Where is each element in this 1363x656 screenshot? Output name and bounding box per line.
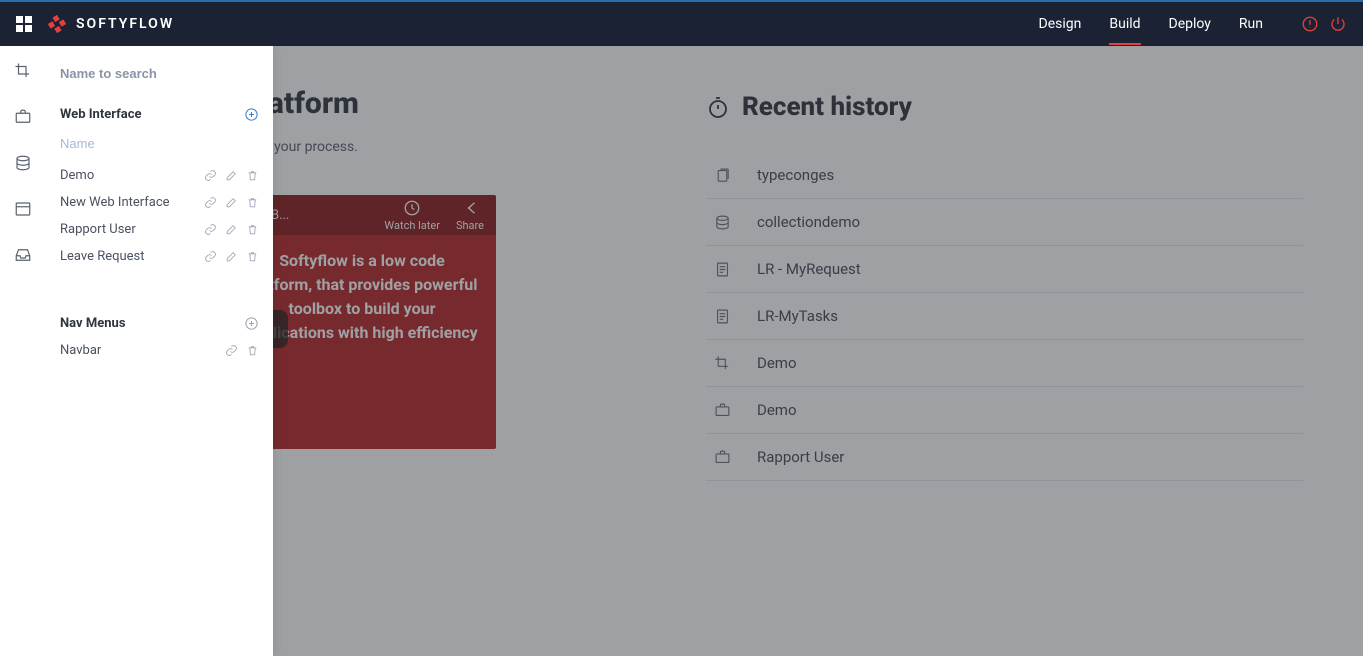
section-title: Web Interface bbox=[60, 107, 142, 122]
item-actions bbox=[204, 169, 259, 182]
trash-icon[interactable] bbox=[246, 250, 259, 263]
power-icon[interactable] bbox=[1329, 15, 1347, 33]
rail-inbox-icon[interactable] bbox=[14, 246, 32, 264]
sidebar-item[interactable]: Rapport User bbox=[46, 216, 273, 243]
nav-run[interactable]: Run bbox=[1239, 3, 1263, 45]
item-label: Demo bbox=[60, 168, 94, 183]
edit-icon[interactable] bbox=[225, 196, 238, 209]
header-nav: Design Build Deploy Run bbox=[1039, 3, 1347, 45]
logo-mark-icon bbox=[46, 13, 68, 35]
rail-window-icon[interactable] bbox=[14, 200, 32, 218]
item-label: Leave Request bbox=[60, 249, 145, 264]
brand-text: SOFTYFLOW bbox=[76, 16, 174, 32]
nav-design[interactable]: Design bbox=[1039, 3, 1082, 45]
item-label: Navbar bbox=[60, 343, 101, 358]
rail-crop-icon[interactable] bbox=[14, 62, 32, 80]
apps-grid-icon[interactable] bbox=[16, 16, 32, 32]
section-title: Nav Menus bbox=[60, 316, 126, 331]
link-icon[interactable] bbox=[204, 169, 217, 182]
item-actions bbox=[204, 250, 259, 263]
sidebar-item[interactable]: New Web Interface bbox=[46, 189, 273, 216]
rail-database-icon[interactable] bbox=[14, 154, 32, 172]
trash-icon[interactable] bbox=[246, 223, 259, 236]
app-header: SOFTYFLOW Design Build Deploy Run bbox=[0, 0, 1363, 46]
nav-build[interactable]: Build bbox=[1109, 3, 1140, 45]
trash-icon[interactable] bbox=[246, 344, 259, 357]
add-web-interface-icon[interactable] bbox=[244, 107, 259, 122]
header-left: SOFTYFLOW bbox=[16, 13, 174, 35]
link-icon[interactable] bbox=[204, 223, 217, 236]
edit-icon[interactable] bbox=[225, 250, 238, 263]
item-actions bbox=[204, 196, 259, 209]
item-label: New Web Interface bbox=[60, 195, 170, 210]
header-icons bbox=[1301, 15, 1347, 33]
sidebar-search-input[interactable] bbox=[60, 60, 259, 87]
nav-deploy[interactable]: Deploy bbox=[1169, 3, 1211, 45]
brand-logo[interactable]: SOFTYFLOW bbox=[46, 13, 174, 35]
left-rail bbox=[0, 46, 46, 656]
item-actions bbox=[204, 223, 259, 236]
edit-icon[interactable] bbox=[225, 169, 238, 182]
add-nav-menu-icon[interactable] bbox=[244, 316, 259, 331]
section-header-nav-menus: Nav Menus bbox=[46, 310, 273, 337]
sidebar-item[interactable]: Leave Request bbox=[46, 243, 273, 270]
sidebar-item[interactable]: Demo bbox=[46, 162, 273, 189]
trash-icon[interactable] bbox=[246, 196, 259, 209]
section-header-web-interface: Web Interface bbox=[46, 101, 273, 128]
rail-briefcase-icon[interactable] bbox=[14, 108, 32, 126]
new-name-input[interactable] bbox=[60, 132, 259, 156]
link-icon[interactable] bbox=[204, 196, 217, 209]
sidebar-panel: Web Interface Demo New Web Interface Rappo… bbox=[46, 46, 273, 656]
link-icon[interactable] bbox=[204, 250, 217, 263]
alert-icon[interactable] bbox=[1301, 15, 1319, 33]
trash-icon[interactable] bbox=[246, 169, 259, 182]
sidebar-item[interactable]: Navbar bbox=[46, 337, 273, 364]
link-icon[interactable] bbox=[225, 344, 238, 357]
item-actions bbox=[225, 344, 259, 357]
edit-icon[interactable] bbox=[225, 223, 238, 236]
item-label: Rapport User bbox=[60, 222, 136, 237]
